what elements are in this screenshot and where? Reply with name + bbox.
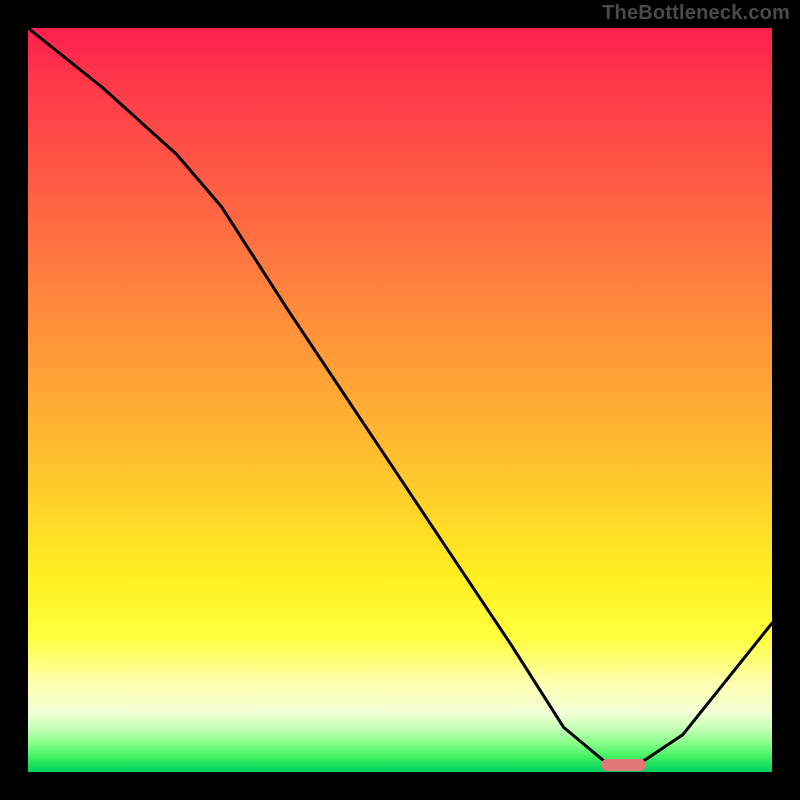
watermark-text: TheBottleneck.com — [602, 2, 790, 25]
optimal-marker — [601, 759, 646, 771]
plot-area — [28, 28, 772, 772]
bottleneck-curve — [28, 28, 772, 765]
curve-svg — [28, 28, 772, 772]
chart-frame: TheBottleneck.com — [0, 0, 800, 800]
